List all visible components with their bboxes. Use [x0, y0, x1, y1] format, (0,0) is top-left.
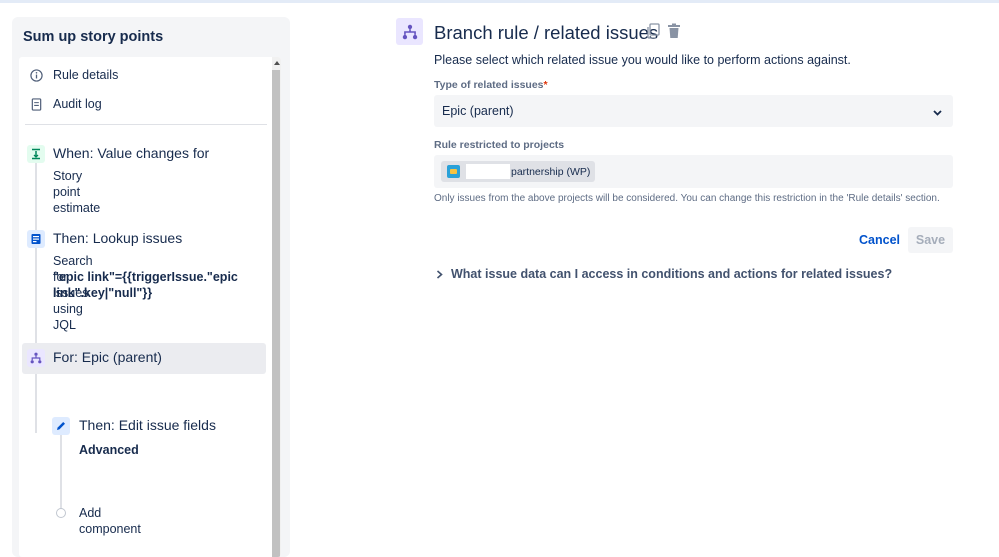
projects-label: Rule restricted to projects	[434, 139, 565, 151]
type-label-text: Type of related issues	[434, 79, 544, 91]
pencil-icon	[52, 417, 70, 435]
redacted-project-name	[466, 164, 510, 179]
nav-rule-details-label: Rule details	[53, 68, 119, 82]
required-marker: *	[543, 79, 548, 91]
chevron-down-icon	[932, 105, 943, 123]
trigger-icon	[27, 145, 45, 163]
scrollbar[interactable]	[272, 57, 281, 557]
branch-title: For: Epic (parent)	[53, 349, 162, 365]
flow-connector	[35, 163, 37, 433]
rule-name: Sum up story points	[23, 29, 164, 45]
related-issue-type-value: Epic (parent)	[442, 104, 514, 118]
trigger-desc: Story point estimate	[53, 169, 101, 215]
rule-sidebar: Sum up story points Rule details Audit l…	[12, 17, 290, 557]
lookup-jql: "epic link"={{triggerIssue."epic link".k…	[53, 270, 238, 300]
save-button[interactable]: Save	[908, 227, 953, 253]
projects-helper-text: Only issues from the above projects will…	[434, 193, 940, 204]
project-avatar	[447, 165, 460, 178]
related-issues-help-expander[interactable]: What issue data can I access in conditio…	[436, 267, 892, 281]
related-issue-type-select[interactable]: Epic (parent)	[434, 95, 953, 127]
divider	[25, 124, 267, 125]
top-border	[0, 0, 999, 3]
scroll-up-arrow-icon[interactable]	[274, 61, 280, 65]
trigger-title: When: Value changes for	[53, 145, 210, 161]
add-component-dot-icon	[56, 508, 66, 518]
nav-audit-log[interactable]: Audit log	[29, 93, 102, 115]
header-actions	[646, 23, 681, 44]
lookup-icon	[27, 230, 45, 248]
branch-icon	[27, 349, 45, 367]
lookup-title: Then: Lookup issues	[53, 230, 183, 246]
scrollbar-thumb[interactable]	[272, 70, 280, 557]
projects-field[interactable]: partnership (WP)	[434, 155, 953, 188]
page-subtitle: Please select which related issue you wo…	[434, 53, 851, 67]
branch-rule-icon	[396, 18, 423, 45]
type-label: Type of related issues*	[434, 79, 548, 91]
project-chip[interactable]: partnership (WP)	[441, 161, 596, 182]
chevron-right-icon	[436, 269, 443, 279]
copy-icon[interactable]	[646, 23, 660, 44]
trash-icon[interactable]	[667, 23, 681, 44]
nav-rule-details[interactable]: Rule details	[29, 64, 118, 86]
document-icon	[29, 97, 43, 111]
cancel-button[interactable]: Cancel	[851, 227, 908, 253]
rule-components-list: Rule details Audit log When: Value chang…	[19, 57, 281, 557]
nav-audit-log-label: Audit log	[53, 97, 102, 111]
add-component-label: Add component	[79, 506, 141, 536]
flow-connector-nested	[60, 435, 62, 515]
edit-desc: Advanced	[79, 443, 139, 457]
branch-step[interactable]: For: Epic (parent)	[22, 343, 266, 374]
info-icon	[29, 68, 43, 82]
page-title: Branch rule / related issues	[434, 22, 659, 43]
expander-label: What issue data can I access in conditio…	[451, 267, 893, 281]
project-chip-label: partnership (WP)	[511, 165, 591, 178]
edit-title: Then: Edit issue fields	[79, 417, 216, 433]
